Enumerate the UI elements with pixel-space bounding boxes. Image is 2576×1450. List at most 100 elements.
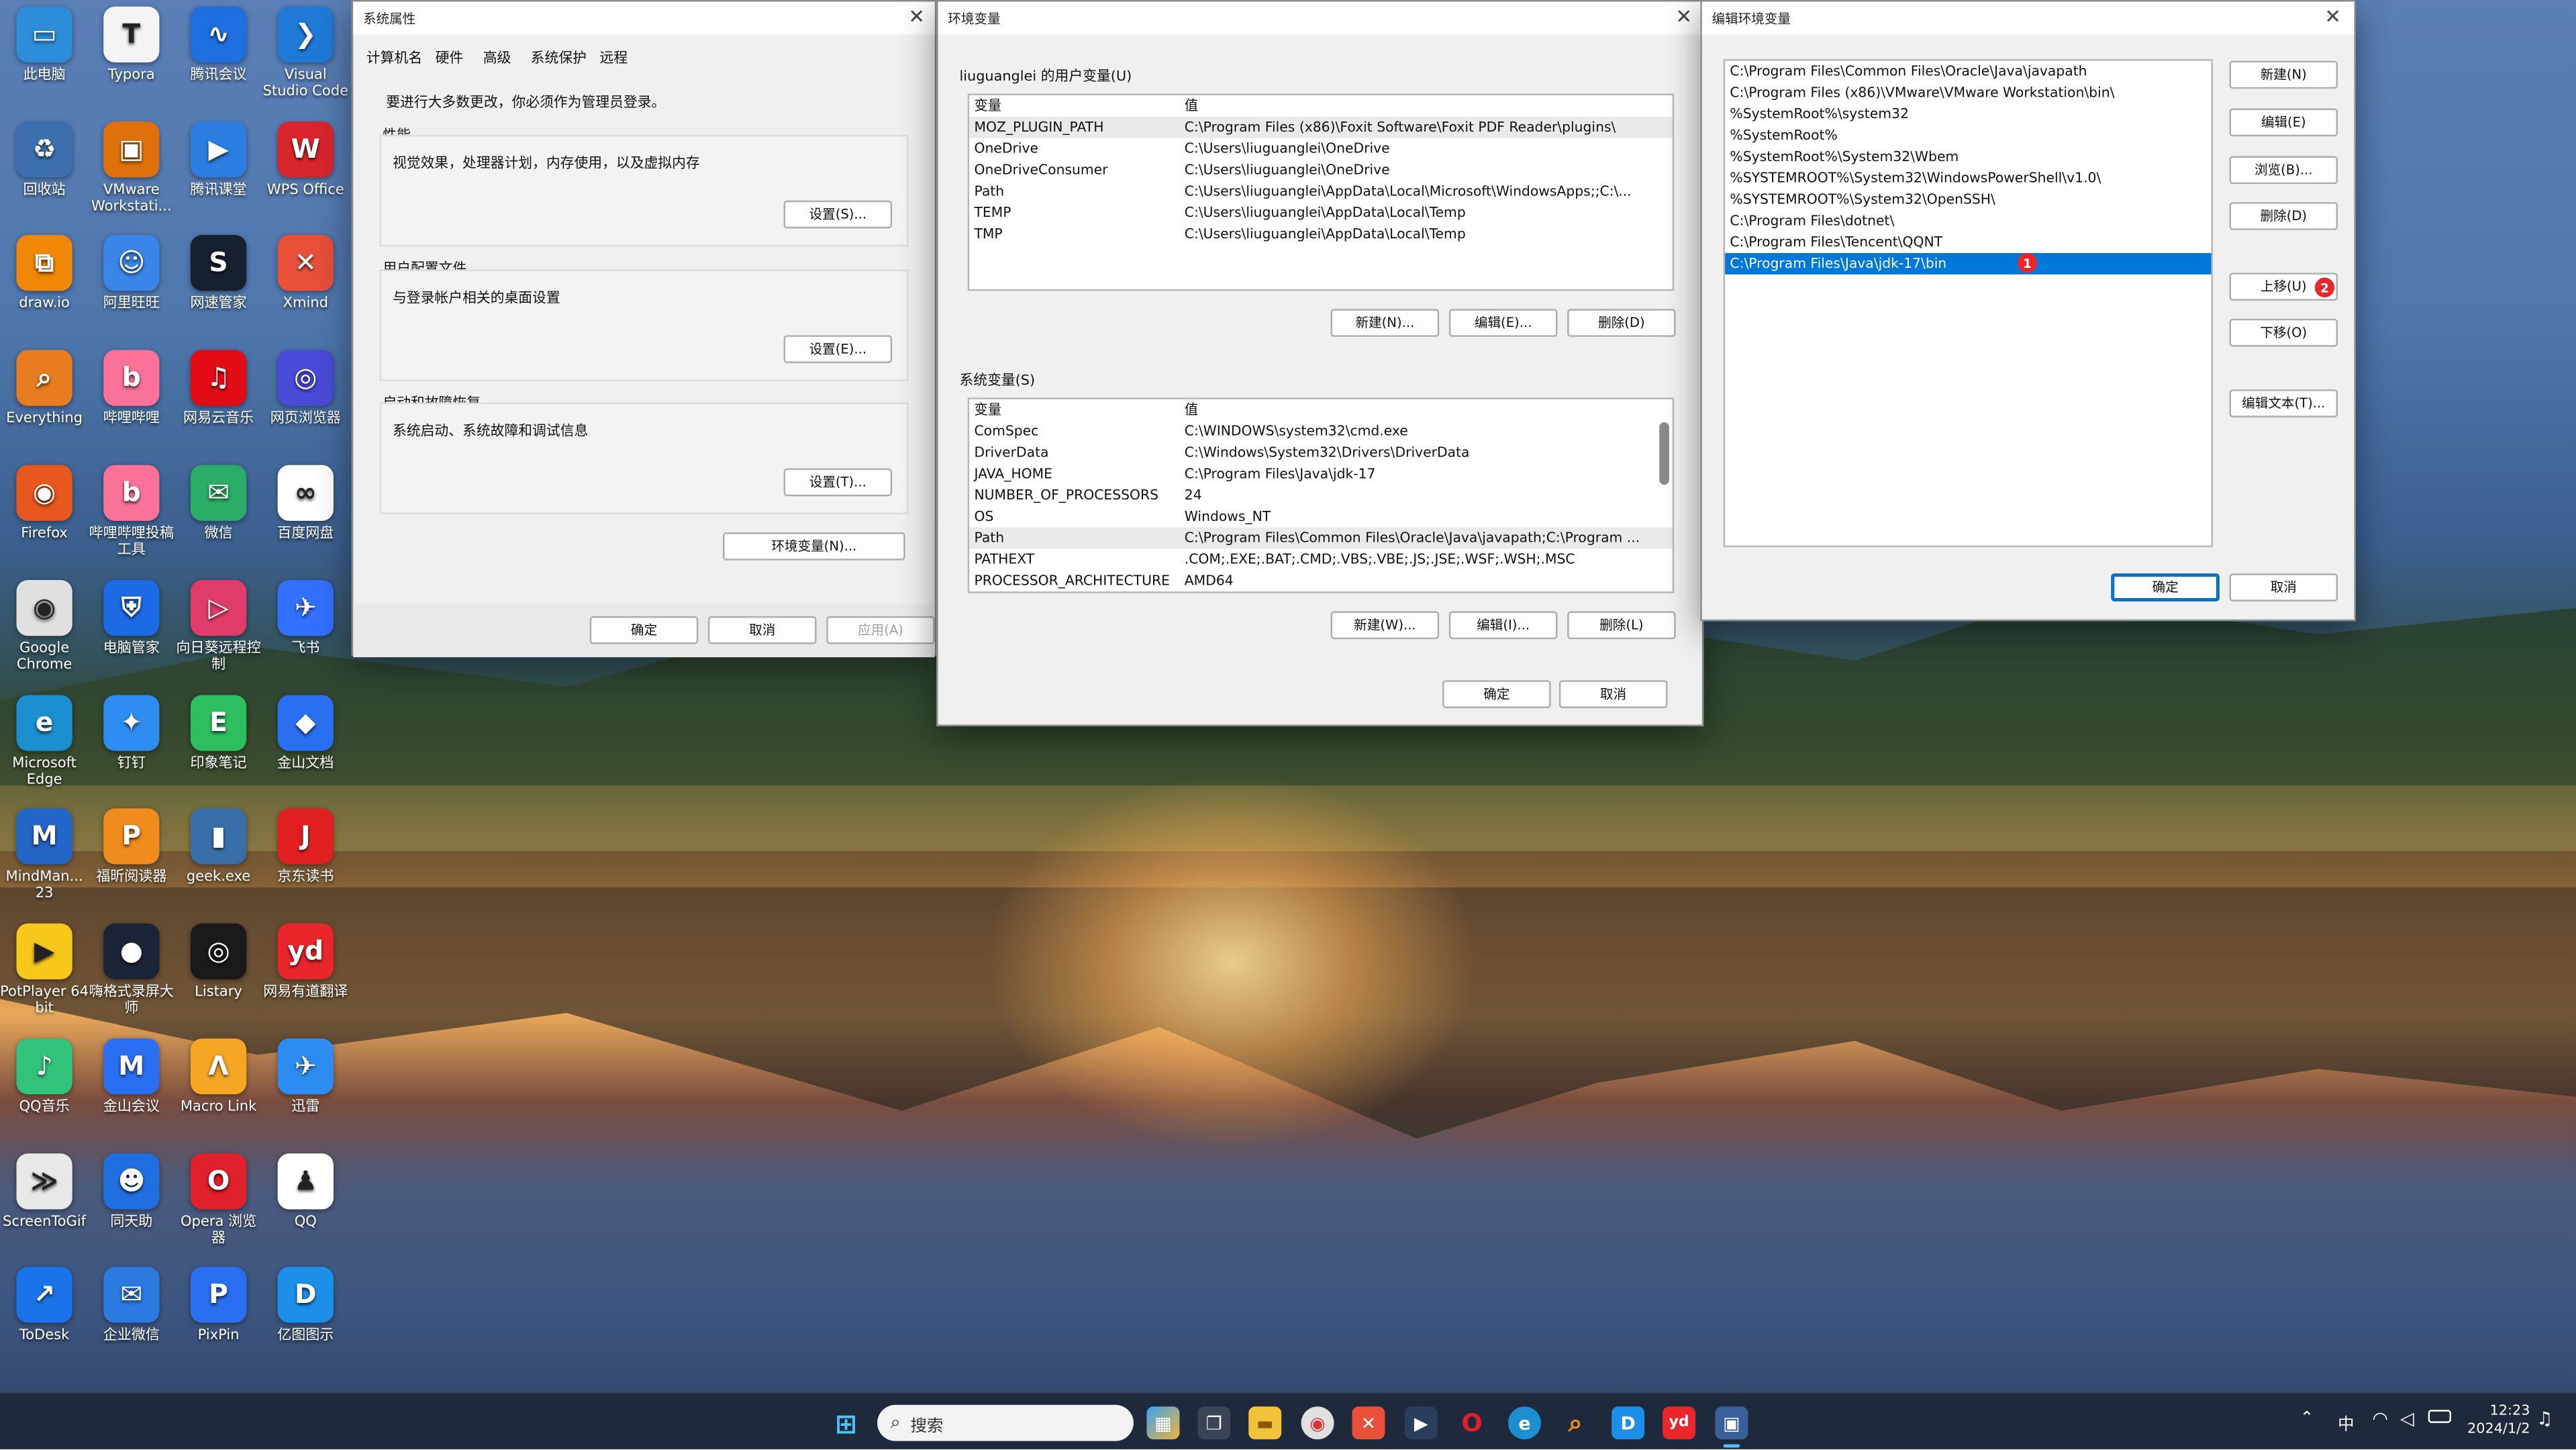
table-row[interactable]: DriverData C:\Windows\System32\Drivers\Dr… <box>969 442 1673 463</box>
desktop-icon[interactable]: ◉ Google Chrome <box>0 580 89 674</box>
desktop-icon[interactable]: ❯ Visual Studio Code <box>261 6 350 100</box>
path-entry[interactable]: %SystemRoot%\System32\Wbem <box>1725 146 2212 168</box>
meeting-icon[interactable]: ▶ <box>1404 1406 1438 1440</box>
desktop-icon[interactable]: ◎ Listary <box>174 923 262 1001</box>
table-row[interactable]: MOZ_PLUGIN_PATH C:\Program Files (x86)\Fo… <box>969 116 1673 138</box>
volume-icon[interactable]: ◁ <box>2400 1408 2414 1430</box>
ok-button[interactable]: 确定 <box>1442 680 1551 708</box>
close-icon[interactable]: ✕ <box>908 7 925 26</box>
desktop-icon[interactable]: ✉ 微信 <box>174 465 262 542</box>
desktop-icon[interactable]: D 亿图图示 <box>261 1267 350 1344</box>
table-row[interactable]: ComSpec C:\WINDOWS\system32\cmd.exe <box>969 421 1673 442</box>
table-row[interactable]: OneDriveConsumer C:\Users\liuguanglei\One… <box>969 159 1673 181</box>
taskbar-search-box[interactable]: ⌕ 搜索 <box>877 1404 1134 1441</box>
task-view-icon[interactable]: ❐ <box>1197 1406 1231 1440</box>
delete-button[interactable]: 删除(D) <box>2229 202 2338 230</box>
desktop-icon[interactable]: ♟ QQ <box>261 1153 350 1230</box>
desktop-icon[interactable]: e Microsoft Edge <box>0 695 89 789</box>
desktop-icon[interactable]: J 京东读书 <box>261 808 350 885</box>
desktop-icon[interactable]: S 网速管家 <box>174 235 262 312</box>
new-button[interactable]: 新建(N) <box>2229 60 2338 89</box>
desktop-icon[interactable]: b 哔哩哔哩 <box>87 350 176 427</box>
desktop-icon[interactable]: P 福昕阅读器 <box>87 808 176 885</box>
user-variables-table[interactable]: 变量 值 MOZ_PLUGIN_PATH C:\Program Files (x8… <box>967 93 1675 291</box>
environment-variables-button[interactable]: 环境变量(N)... <box>722 532 905 561</box>
desktop-icon[interactable]: ☺ 阿里旺旺 <box>87 235 176 312</box>
clock[interactable]: 12:23 2024/1/2 <box>2465 1403 2530 1439</box>
desktop-icon[interactable]: ▷ 向日葵远程控制 <box>174 580 262 674</box>
system-edit-button[interactable]: 编辑(I)... <box>1448 611 1558 640</box>
tab-hardware[interactable]: 硬件 <box>436 48 464 67</box>
close-icon[interactable]: ✕ <box>1676 7 1693 26</box>
environment-variables-titlebar[interactable]: 环境变量 ✕ <box>938 1 1702 35</box>
table-row[interactable]: OneDrive C:\Users\liuguanglei\OneDrive <box>969 138 1673 160</box>
path-entry[interactable]: %SystemRoot%\system32 <box>1725 103 2212 125</box>
desktop-icon[interactable]: ✉ 企业微信 <box>87 1267 176 1344</box>
youdao-icon[interactable]: yd <box>1663 1406 1696 1440</box>
chevron-up-icon[interactable]: ⌃ <box>2300 1410 2314 1428</box>
desktop-icon[interactable]: ▶ PotPlayer 64 bit <box>0 923 89 1018</box>
desktop-icon[interactable]: O Opera 浏览器 <box>174 1153 262 1247</box>
desktop-icon[interactable]: ⛨ 电脑管家 <box>87 580 176 657</box>
edit-env-titlebar[interactable]: 编辑环境变量 ✕ <box>1701 1 2355 35</box>
tab-computer-name[interactable]: 计算机名 <box>366 48 422 67</box>
user-new-button[interactable]: 新建(N)... <box>1330 309 1440 337</box>
table-row[interactable]: TMP C:\Users\liuguanglei\AppData\Local\Te… <box>969 224 1673 245</box>
desktop-icon[interactable]: ♫ 网易云音乐 <box>174 350 262 427</box>
tab-advanced[interactable]: 高级 <box>477 48 517 67</box>
desktop-icon[interactable]: ∞ 百度网盘 <box>261 465 350 542</box>
tab-system-protection[interactable]: 系统保护 <box>531 48 587 67</box>
path-entries-list[interactable]: C:\Program Files\Common Files\Oracle\Jav… <box>1723 59 2214 548</box>
performance-settings-button[interactable]: 设置(S)... <box>783 200 893 229</box>
user-edit-button[interactable]: 编辑(E)... <box>1448 309 1558 337</box>
path-entry[interactable]: C:\Program Files\Common Files\Oracle\Jav… <box>1725 61 2212 83</box>
desktop-icon[interactable]: ✕ Xmind <box>261 235 350 312</box>
edit-text-button[interactable]: 编辑文本(T)... <box>2229 389 2338 418</box>
file-explorer-icon[interactable]: ▬ <box>1248 1406 1282 1440</box>
system-delete-button[interactable]: 删除(L) <box>1567 611 1676 640</box>
ok-button[interactable]: 确定 <box>2111 573 2220 601</box>
desktop-icon[interactable]: ▣ VMware Workstati... <box>87 122 176 215</box>
path-entry[interactable]: C:\Program Files\dotnet\ <box>1725 210 2212 232</box>
xmind-icon[interactable]: ✕ <box>1352 1406 1385 1440</box>
desktop-icon[interactable]: ▮ geek.exe <box>174 808 262 885</box>
desktop-icon[interactable]: M MindMan... 23 <box>0 808 89 902</box>
startup-recovery-settings-button[interactable]: 设置(T)... <box>783 468 893 497</box>
desktop-icon[interactable]: ✦ 钉钉 <box>87 695 176 772</box>
table-row[interactable]: OS Windows_NT <box>969 506 1673 528</box>
desktop-icon[interactable]: ◉ Firefox <box>0 465 89 542</box>
apply-button[interactable]: 应用(A) <box>826 616 935 644</box>
path-entry[interactable]: %SYSTEMROOT%\System32\OpenSSH\ <box>1725 189 2212 210</box>
cancel-button[interactable]: 取消 <box>707 616 817 644</box>
user-delete-button[interactable]: 删除(D) <box>1567 309 1676 337</box>
table-row[interactable]: PATHEXT .COM;.EXE;.BAT;.CMD;.VBS;.VBE;.JS… <box>969 549 1673 571</box>
chrome-icon[interactable]: ◉ <box>1301 1406 1334 1440</box>
desktop-icon[interactable]: ∿ 腾讯会议 <box>174 6 262 84</box>
desktop-icon[interactable]: ◆ 金山文档 <box>261 695 350 772</box>
start-icon[interactable]: ⊞ <box>830 1406 862 1439</box>
desktop-icon[interactable]: ♪ QQ音乐 <box>0 1038 89 1116</box>
path-entry[interactable]: C:\Program Files (x86)\VMware\VMware Wor… <box>1725 82 2212 103</box>
cancel-button[interactable]: 取消 <box>2229 573 2338 601</box>
desktop-icon[interactable]: M 金山会议 <box>87 1038 176 1116</box>
system-properties-titlebar[interactable]: 系统属性 ✕ <box>353 1 935 35</box>
desktop-icon[interactable]: ⧉ draw.io <box>0 235 89 312</box>
desktop-icon[interactable]: ↗ ToDesk <box>0 1267 89 1344</box>
desktop-icon[interactable]: b 哔哩哔哩投稿工具 <box>87 465 176 559</box>
table-row[interactable]: JAVA_HOME C:\Program Files\Java\jdk-17 <box>969 463 1673 485</box>
scrollbar-thumb[interactable] <box>1659 422 1669 485</box>
system-properties-taskbar-icon[interactable]: ▣ <box>1715 1406 1748 1440</box>
widgets-icon[interactable]: ▦ <box>1146 1406 1180 1440</box>
desktop-icon[interactable]: ✈ 飞书 <box>261 580 350 657</box>
desktop-icon[interactable]: Λ Macro Link <box>174 1038 262 1116</box>
table-row[interactable]: NUMBER_OF_PROCESSORS 24 <box>969 485 1673 506</box>
desktop-icon[interactable]: ● 嗨格式录屏大师 <box>87 923 176 1018</box>
notification-bell-icon[interactable]: ♫ <box>2536 1408 2553 1430</box>
desktop-icon[interactable]: ▭ 此电脑 <box>0 6 89 84</box>
desktop-icon[interactable]: P PixPin <box>174 1267 262 1344</box>
path-entry[interactable]: C:\Program Files\Tencent\QQNT <box>1725 232 2212 253</box>
table-row[interactable]: Path C:\Users\liuguanglei\AppData\Local\M… <box>969 181 1673 202</box>
table-row[interactable]: Path C:\Program Files\Common Files\Oracle… <box>969 527 1673 549</box>
desktop-icon[interactable]: ☻ 同天助 <box>87 1153 176 1230</box>
desktop-icon[interactable]: ✈ 迅雷 <box>261 1038 350 1116</box>
